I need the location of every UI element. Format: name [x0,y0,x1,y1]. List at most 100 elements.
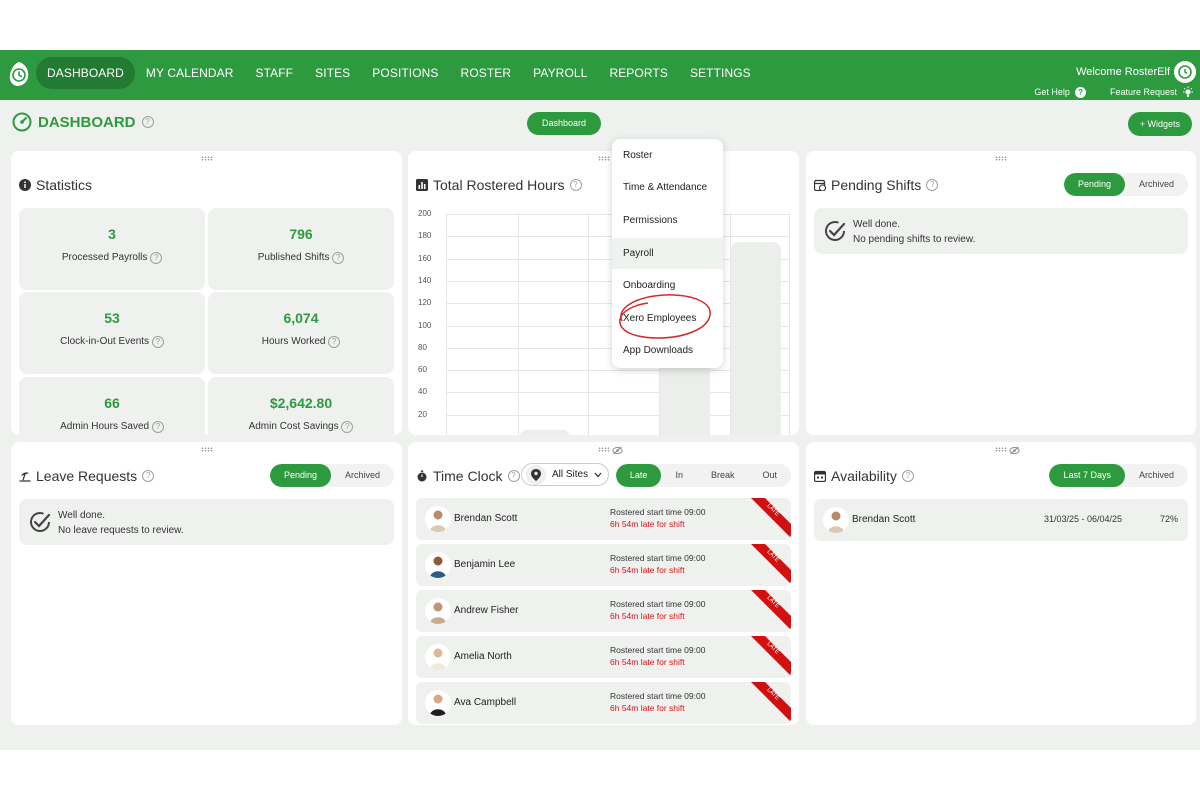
y-tick-label: 20 [418,409,427,419]
time-clock-row[interactable]: Benjamin Lee Rostered start time 09:00 6h … [416,544,791,586]
get-help-link[interactable]: Get Help ? [1034,86,1086,98]
help-icon[interactable]: ? [141,116,154,128]
tab-out[interactable]: Out [748,464,791,487]
stat-hours-worked: 6,074 Hours Worked ? [208,292,394,374]
empty-line-1: Well done. [853,219,901,230]
y-tick-label: 160 [418,253,432,263]
help-icon[interactable]: ? [332,252,345,264]
stat-label: Published Shifts ? [208,252,394,264]
beach-umbrella-icon [19,472,31,482]
late-duration-text: 6h 54m late for shift [610,703,685,713]
menu-item-payroll[interactable]: Payroll [612,238,723,269]
nav-dashboard[interactable]: DASHBOARD [36,57,135,89]
time-clock-row[interactable]: Amelia North Rostered start time 09:00 6h … [416,636,791,678]
stat-admin-hours-saved: 66 Admin Hours Saved ? [19,377,205,435]
time-clock-row[interactable]: Brendan Scott Rostered start time 09:00 6h… [416,498,791,540]
nav-my-calendar[interactable]: MY CALENDAR [135,57,245,89]
top-links: Get Help ? Feature Request [1034,86,1194,98]
availability-dates: 31/03/25 - 06/04/25 [1044,514,1123,524]
tab-archived[interactable]: Archived [1125,173,1188,196]
stat-value: $2,642.80 [269,395,333,411]
tab-last-7-days[interactable]: Last 7 Days [1049,464,1125,487]
nav-staff[interactable]: STAFF [245,57,305,89]
help-icon[interactable]: ? [151,336,164,348]
check-circle-icon [825,221,846,241]
time-clock-row[interactable]: Ava Campbell Rostered start time 09:00 6h … [416,682,791,724]
stat-label: Admin Cost Savings ? [208,421,394,433]
tab-pending[interactable]: Pending [269,464,331,487]
page-title: DASHBOARD [38,113,136,131]
feature-request-link[interactable]: Feature Request [1110,86,1194,98]
stopwatch-icon [417,470,427,482]
tab-archived[interactable]: Archived [331,464,394,487]
sites-dropdown[interactable]: All Sites [521,463,610,486]
stat-published-shifts: 796 Published Shifts ? [208,208,394,290]
time-clock-card: Time Clock ? All Sites Late In Break Out… [408,442,799,725]
stat-value: 66 [104,395,120,411]
tab-pending[interactable]: Pending [1063,173,1125,196]
add-widgets-button[interactable]: + Widgets [1127,112,1192,136]
drag-handle-icon[interactable] [597,447,610,452]
rostered-hours-title: Total Rostered Hours [433,177,565,193]
eye-off-icon[interactable] [1009,446,1020,455]
help-icon[interactable]: ? [926,179,939,191]
help-icon[interactable]: ? [507,470,520,482]
tab-archived[interactable]: Archived [1125,464,1188,487]
menu-item-time-attendance[interactable]: Time & Attendance [612,172,723,203]
nav-sites[interactable]: SITES [304,57,361,89]
eye-off-icon[interactable] [612,446,623,455]
drag-handle-icon[interactable] [597,156,610,161]
help-icon[interactable]: ? [901,470,914,482]
avatar [425,552,451,578]
menu-item-onboarding[interactable]: Onboarding [612,270,723,301]
rostered-hours-header: Total Rostered Hours ? [416,177,582,193]
page-header: DASHBOARD ? [12,112,154,132]
welcome-text[interactable]: Welcome RosterElf [1076,66,1170,78]
stat-clock-events: 53 Clock-in-Out Events ? [19,292,205,374]
nav-payroll[interactable]: PAYROLL [522,57,598,89]
availability-row[interactable]: Brendan Scott 31/03/25 - 06/04/25 72% [814,499,1188,541]
nav-reports[interactable]: REPORTS [598,57,679,89]
tab-break[interactable]: Break [697,464,749,487]
late-duration-text: 6h 54m late for shift [610,657,685,667]
drag-handle-icon[interactable] [995,447,1007,452]
menu-item-xero-employees[interactable]: Xero Employees [612,303,723,334]
nav-settings[interactable]: SETTINGS [679,57,762,89]
chart-bar[interactable] [520,430,570,435]
help-icon[interactable]: ? [151,421,164,433]
late-ribbon-icon: LATE [751,636,791,676]
empty-line-2: No leave requests to review. [58,525,184,536]
leave-requests-tabs: Pending Archived [269,464,394,487]
menu-item-permissions[interactable]: Permissions [612,205,723,236]
late-duration-text: 6h 54m late for shift [610,611,685,621]
menu-item-app-downloads[interactable]: App Downloads [612,335,723,366]
employee-name: Amelia North [454,651,512,662]
nav-roster[interactable]: ROSTER [450,57,523,89]
rosterelf-logo-icon[interactable] [8,61,30,87]
nav-positions[interactable]: POSITIONS [361,57,449,89]
tab-late[interactable]: Late [615,464,662,487]
drag-handle-icon[interactable] [995,156,1007,161]
help-icon[interactable]: ? [150,252,163,264]
drag-handle-icon[interactable] [200,156,213,161]
stat-label: Admin Hours Saved ? [19,421,205,433]
account-avatar-icon[interactable] [1174,61,1196,83]
avatar [425,690,451,716]
availability-title: Availability [831,468,897,484]
stat-admin-cost-savings: $2,642.80 Admin Cost Savings ? [208,377,394,435]
help-icon[interactable]: ? [142,470,155,482]
drag-handle-icon[interactable] [200,447,213,452]
tab-in[interactable]: In [661,464,697,487]
chart-bar[interactable] [731,241,781,435]
time-clock-title: Time Clock [433,468,503,484]
time-clock-row[interactable]: Andrew Fisher Rostered start time 09:00 6h… [416,590,791,632]
rostered-hours-card: Total Rostered Hours ? 200 180 160 140 120 10… [408,151,799,435]
menu-item-roster[interactable]: Roster [612,140,723,171]
leave-requests-header: Leave Requests ? [19,468,155,484]
tab-dashboard[interactable]: Dashboard [527,112,602,135]
rostered-start-text: Rostered start time 09:00 [610,553,706,563]
help-icon[interactable]: ? [341,421,354,433]
help-icon[interactable]: ? [328,336,341,348]
pending-shifts-tabs: Pending Archived [1063,173,1188,196]
help-icon[interactable]: ? [569,179,582,191]
